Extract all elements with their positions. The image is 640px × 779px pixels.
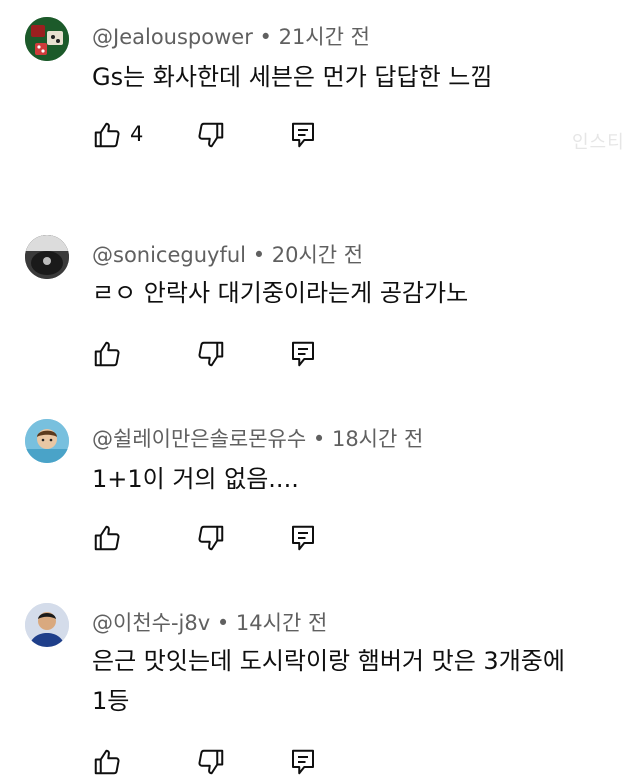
reply-comment-icon — [292, 122, 314, 148]
comment-meta: @Jealouspower • 21시간 전 — [92, 25, 370, 49]
author-name[interactable]: @soniceguyful — [92, 243, 246, 267]
comment-text: 은근 맛잇는데 도시락이랑 햄버거 맛은 3개중에 1등 — [92, 647, 565, 715]
watermark: 인스티 — [572, 132, 625, 153]
avatar[interactable] — [25, 419, 69, 463]
avatar[interactable] — [25, 17, 69, 61]
timestamp[interactable]: 21시간 전 — [279, 25, 370, 49]
like-button[interactable] — [92, 523, 122, 553]
thumbs-down-icon — [198, 525, 224, 551]
comment-text: Gs는 화사한데 세븐은 먼가 답답한 느낌 — [92, 63, 493, 91]
reply-comment-icon — [292, 525, 314, 551]
thumbs-up-icon — [94, 525, 120, 551]
author-name[interactable]: @이천수-j8v — [92, 611, 210, 635]
timestamp[interactable]: 20시간 전 — [272, 243, 363, 267]
like-count: 4 — [130, 122, 144, 146]
dislike-button[interactable] — [196, 523, 226, 553]
comment-meta: @이천수-j8v • 14시간 전 — [92, 611, 328, 635]
like-button[interactable] — [92, 339, 122, 369]
dislike-button[interactable] — [196, 120, 226, 150]
dislike-button[interactable] — [196, 339, 226, 369]
author-name[interactable]: @쉴레이만은솔로몬유수 — [92, 427, 306, 451]
like-button[interactable] — [92, 120, 122, 150]
avatar[interactable] — [25, 603, 69, 647]
reply-button[interactable] — [288, 523, 318, 553]
thumbs-down-icon — [198, 341, 224, 367]
timestamp[interactable]: 14시간 전 — [236, 611, 327, 635]
reply-button[interactable] — [288, 339, 318, 369]
reply-comment-icon — [292, 341, 314, 367]
thumbs-up-icon — [94, 341, 120, 367]
comment-text: ㄹㅇ 안락사 대기중이라는게 공감가노 — [92, 279, 469, 307]
comment-meta: @쉴레이만은솔로몬유수 • 18시간 전 — [92, 427, 424, 451]
author-name[interactable]: @Jealouspower — [92, 25, 253, 49]
thumbs-up-icon — [94, 122, 120, 148]
reply-button[interactable] — [288, 120, 318, 150]
comment-text: 1+1이 거의 없음.... — [92, 465, 299, 493]
thumbs-down-icon — [198, 122, 224, 148]
avatar[interactable] — [25, 235, 69, 279]
comment-meta: @soniceguyful • 20시간 전 — [92, 243, 364, 267]
timestamp[interactable]: 18시간 전 — [332, 427, 423, 451]
